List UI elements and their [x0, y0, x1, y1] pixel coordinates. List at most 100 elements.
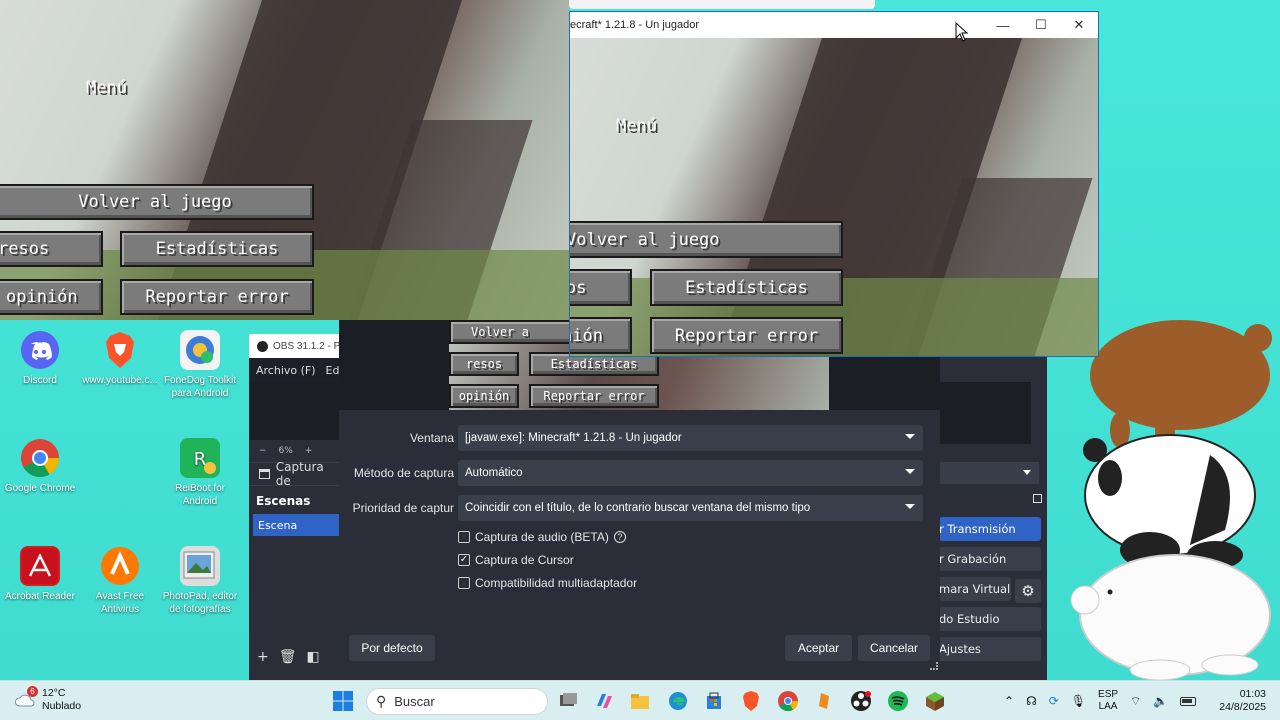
clock-date: 24/8/2025 [1219, 701, 1266, 713]
obs-zoom-bar: − 6% + [249, 442, 341, 460]
minecraft-taskbar-icon[interactable] [923, 689, 947, 713]
zoom-in-button[interactable]: + [305, 446, 313, 456]
obs-mixer-area [939, 382, 1031, 444]
resize-grip-icon[interactable] [930, 662, 938, 670]
studio-mode-button[interactable]: do Estudio [939, 607, 1041, 631]
start-streaming-button[interactable]: r Transmisión [939, 517, 1041, 541]
window-capture-properties-dialog: Volver a resos Estadísticas opinión Repo… [339, 320, 940, 672]
mc-button-progress[interactable]: resos [0, 231, 103, 267]
mc-button-report-bug[interactable]: Reportar error [120, 279, 314, 315]
controls-dock-icon[interactable] [1033, 494, 1042, 503]
minimize-icon[interactable]: — [984, 12, 1022, 38]
edge-icon[interactable] [666, 689, 690, 713]
maximize-icon[interactable]: ☐ [1022, 12, 1060, 38]
scene-item[interactable]: Escena [253, 514, 339, 536]
desktop-icon-label: FoneDog Toolkit para Android [163, 375, 237, 399]
desktop-icon-label: ReiBoot for Android [174, 483, 226, 507]
audio-capture-checkbox-row[interactable]: Captura de audio (BETA) ? [458, 528, 626, 546]
store-icon[interactable] [702, 689, 726, 713]
mc-button-stats[interactable]: Estadísticas [650, 269, 843, 306]
mc-button-back-to-game[interactable]: Volver al juego [570, 221, 843, 258]
virtual-camera-button[interactable]: mara Virtual [939, 577, 1011, 601]
desktop-icon-label: www.youtube.c... [82, 375, 158, 386]
minecraft-background-capture: Menú Volver al juego resos Estadísticas … [0, 0, 569, 320]
close-icon[interactable]: ✕ [1060, 12, 1098, 38]
desktop-icon-label: Discord [23, 375, 57, 386]
desktop-icon-reiboot[interactable]: R ReiBoot for Android [162, 438, 238, 508]
filter-icon[interactable]: ◧ [307, 649, 320, 665]
window-row: Ventana [javaw.exe]: Minecraft* 1.21.8 -… [339, 425, 940, 451]
discord-icon [20, 330, 60, 370]
mc-menu-title: Menú [86, 78, 127, 98]
desktop-icon-label: PhotoPad, editor de fotografías [162, 591, 238, 615]
desktop-icon-chrome[interactable]: Google Chrome [2, 438, 78, 495]
mc-button-stats[interactable]: Estadísticas [120, 231, 314, 267]
method-select[interactable]: Automático [458, 460, 923, 486]
multiadapter-checkbox[interactable] [458, 577, 470, 589]
audio-capture-label: Captura de audio (BETA) [475, 530, 609, 544]
language-indicator[interactable]: ESP LAA [1098, 689, 1118, 713]
fl-studio-icon[interactable] [812, 689, 836, 713]
priority-select-value: Coincidir con el título, de lo contrario… [465, 502, 811, 514]
obs-transition-select[interactable] [939, 462, 1039, 484]
mc-button-progress[interactable]: os [570, 269, 632, 306]
spotify-icon[interactable] [886, 689, 910, 713]
mc-menu-title: Menú [616, 116, 657, 136]
zoom-out-button[interactable]: − [259, 446, 267, 456]
preview-mc-feedback: opinión [449, 384, 519, 408]
window-label: Ventana [409, 431, 454, 445]
zoom-level: 6% [278, 446, 293, 456]
copilot-icon[interactable] [592, 689, 616, 713]
desktop-icon-photopad[interactable]: PhotoPad, editor de fotografías [162, 546, 238, 616]
headset-icon[interactable]: ☊ [1026, 694, 1037, 708]
mc-button-feedback[interactable]: opinión [570, 317, 632, 354]
desktop-icon-fonedog[interactable]: FoneDog Toolkit para Android [162, 330, 238, 400]
mc-button-feedback[interactable]: opinión [0, 279, 103, 315]
priority-select[interactable]: Coincidir con el título, de lo contrario… [458, 495, 923, 521]
battery-icon[interactable] [1180, 696, 1197, 706]
windows-start-icon[interactable] [331, 689, 355, 713]
audio-capture-checkbox[interactable] [458, 531, 470, 543]
cancel-button[interactable]: Cancelar [858, 635, 930, 661]
chrome-taskbar-icon[interactable] [776, 689, 800, 713]
chevron-down-icon [905, 469, 915, 474]
wifi-icon[interactable]: ⌔ [1130, 694, 1141, 709]
desktop-icon-avast[interactable]: Avast Free Antivirus [82, 546, 158, 616]
scenes-header: Escenas [256, 494, 311, 508]
trash-icon[interactable]: 🗑 [279, 649, 297, 665]
microphone-icon[interactable]: 🎙 [1071, 694, 1086, 708]
file-explorer-icon[interactable] [628, 689, 652, 713]
window-select[interactable]: [javaw.exe]: Minecraft* 1.21.8 - Un juga… [458, 425, 923, 451]
add-scene-icon[interactable]: + [257, 649, 269, 665]
obs-taskbar-icon[interactable] [849, 689, 873, 713]
ok-button[interactable]: Aceptar [785, 635, 852, 661]
desktop-icon-youtube-link[interactable]: www.youtube.c... [82, 330, 158, 387]
weather-widget[interactable]: 6 12°C Nublado [14, 686, 81, 713]
help-icon[interactable]: ? [613, 531, 626, 543]
clock[interactable]: 01:03 24/8/2025 [1219, 688, 1266, 714]
brave-taskbar-icon[interactable] [739, 689, 763, 713]
obs-source-item[interactable]: Captura de [249, 460, 341, 488]
start-recording-button[interactable]: r Grabación [939, 547, 1041, 571]
volume-icon[interactable]: 🔈 [1153, 694, 1168, 708]
taskbar-search[interactable]: ⚲ Buscar [366, 688, 548, 715]
settings-button[interactable]: Ajustes [939, 637, 1041, 661]
sync-icon[interactable]: ⟳ [1049, 694, 1059, 708]
chevron-up-icon[interactable]: ⌃ [1004, 694, 1014, 708]
menu-archivo[interactable]: Archivo (F) [256, 364, 316, 377]
multiadapter-checkbox-row[interactable]: Compatibilidad multiadaptador [458, 574, 637, 592]
desktop-icon-discord[interactable]: Discord [2, 330, 78, 387]
mc-button-report-bug[interactable]: Reportar error [650, 317, 843, 354]
obs-title: OBS 31.1.2 - Pe [273, 340, 346, 352]
gear-icon[interactable]: ⚙ [1015, 579, 1041, 603]
minecraft-titlebar: ecraft* 1.21.8 - Un jugador — ☐ ✕ [570, 12, 1098, 38]
defaults-button[interactable]: Por defecto [349, 635, 435, 661]
task-view-icon[interactable] [556, 689, 580, 713]
mc-button-back-to-game[interactable]: Volver al juego [0, 184, 314, 220]
cursor-capture-checkbox[interactable]: ✓ [458, 554, 470, 566]
brave-icon [100, 330, 140, 370]
cursor-capture-checkbox-row[interactable]: ✓ Captura de Cursor [458, 551, 574, 569]
desktop-icon-acrobat[interactable]: Acrobat Reader [2, 546, 78, 603]
mouse-cursor-icon [955, 21, 969, 46]
minecraft-game-view: Menú Volver al juego os Estadísticas opi… [570, 38, 1098, 356]
